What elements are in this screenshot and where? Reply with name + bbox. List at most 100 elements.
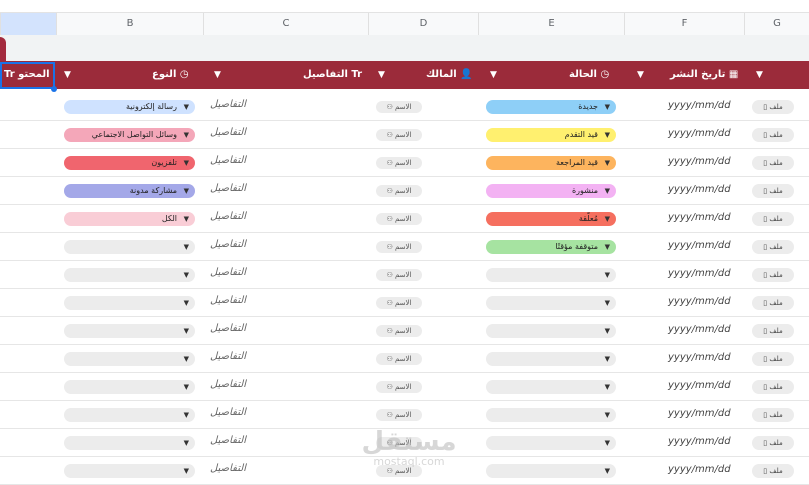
- type-dropdown[interactable]: ▼: [64, 352, 195, 366]
- column-header-e[interactable]: E: [478, 13, 624, 35]
- status-dropdown[interactable]: ▼ مُعلّقة: [486, 212, 616, 226]
- date-cell[interactable]: yyyy/mm/dd: [668, 380, 731, 391]
- details-cell[interactable]: التفاصيل: [210, 239, 246, 250]
- header-type[interactable]: النوع ◷: [152, 61, 189, 89]
- details-cell[interactable]: التفاصيل: [210, 407, 246, 418]
- date-cell[interactable]: yyyy/mm/dd: [668, 128, 731, 139]
- chevron-down-icon[interactable]: ▼: [637, 61, 644, 89]
- column-header-c[interactable]: C: [203, 13, 368, 35]
- details-cell[interactable]: التفاصيل: [210, 183, 246, 194]
- status-dropdown[interactable]: ▼: [486, 464, 616, 478]
- details-cell[interactable]: التفاصيل: [210, 155, 246, 166]
- file-chip[interactable]: ملف ▯: [752, 240, 794, 254]
- owner-chip[interactable]: الاسم ⚇: [376, 409, 422, 421]
- date-cell[interactable]: yyyy/mm/dd: [668, 436, 731, 447]
- file-chip[interactable]: ملف ▯: [752, 324, 794, 338]
- date-cell[interactable]: yyyy/mm/dd: [668, 352, 731, 363]
- file-chip[interactable]: ملف ▯: [752, 268, 794, 282]
- details-cell[interactable]: التفاصيل: [210, 99, 246, 110]
- type-dropdown[interactable]: ▼: [64, 436, 195, 450]
- details-cell[interactable]: التفاصيل: [210, 351, 246, 362]
- owner-chip[interactable]: الاسم ⚇: [376, 185, 422, 197]
- date-cell[interactable]: yyyy/mm/dd: [668, 156, 731, 167]
- type-dropdown[interactable]: ▼ وسائل التواصل الاجتماعي: [64, 128, 195, 142]
- date-cell[interactable]: yyyy/mm/dd: [668, 100, 731, 111]
- file-chip[interactable]: ملف ▯: [752, 380, 794, 394]
- status-dropdown[interactable]: ▼ جديدة: [486, 100, 616, 114]
- chevron-down-icon[interactable]: ▼: [214, 61, 221, 89]
- date-cell[interactable]: yyyy/mm/dd: [668, 296, 731, 307]
- date-cell[interactable]: yyyy/mm/dd: [668, 408, 731, 419]
- header-owner[interactable]: المالك 👤: [426, 61, 473, 89]
- details-cell[interactable]: التفاصيل: [210, 379, 246, 390]
- owner-chip[interactable]: الاسم ⚇: [376, 297, 422, 309]
- chevron-down-icon[interactable]: ▼: [378, 61, 385, 89]
- owner-chip[interactable]: الاسم ⚇: [376, 353, 422, 365]
- type-dropdown[interactable]: ▼: [64, 408, 195, 422]
- column-header-d[interactable]: D: [368, 13, 478, 35]
- details-cell[interactable]: التفاصيل: [210, 435, 246, 446]
- details-cell[interactable]: التفاصيل: [210, 295, 246, 306]
- column-header-b[interactable]: B: [56, 13, 203, 35]
- owner-chip[interactable]: الاسم ⚇: [376, 101, 422, 113]
- file-chip[interactable]: ملف ▯: [752, 296, 794, 310]
- type-dropdown[interactable]: ▼ مشاركة مدونة: [64, 184, 195, 198]
- status-dropdown[interactable]: ▼: [486, 296, 616, 310]
- chevron-down-icon[interactable]: ▼: [756, 61, 763, 89]
- file-chip[interactable]: ملف ▯: [752, 212, 794, 226]
- type-dropdown[interactable]: ▼: [64, 324, 195, 338]
- date-cell[interactable]: yyyy/mm/dd: [668, 324, 731, 335]
- file-chip[interactable]: ملف ▯: [752, 156, 794, 170]
- column-header-f[interactable]: F: [624, 13, 744, 35]
- header-status[interactable]: الحالة ◷: [569, 61, 609, 89]
- column-header-a[interactable]: [0, 13, 56, 35]
- owner-chip[interactable]: الاسم ⚇: [376, 325, 422, 337]
- date-cell[interactable]: yyyy/mm/dd: [668, 464, 731, 475]
- status-dropdown[interactable]: ▼: [486, 436, 616, 450]
- status-dropdown[interactable]: ▼: [486, 324, 616, 338]
- status-dropdown[interactable]: ▼: [486, 352, 616, 366]
- status-dropdown[interactable]: ▼ منشورة: [486, 184, 616, 198]
- owner-chip[interactable]: الاسم ⚇: [376, 241, 422, 253]
- type-dropdown[interactable]: ▼: [64, 268, 195, 282]
- type-dropdown[interactable]: ▼: [64, 380, 195, 394]
- column-header-g[interactable]: G: [744, 13, 809, 35]
- type-dropdown[interactable]: ▼ تلفزيون: [64, 156, 195, 170]
- details-cell[interactable]: التفاصيل: [210, 267, 246, 278]
- file-chip[interactable]: ملف ▯: [752, 100, 794, 114]
- date-cell[interactable]: yyyy/mm/dd: [668, 184, 731, 195]
- file-chip[interactable]: ملف ▯: [752, 128, 794, 142]
- file-chip[interactable]: ملف ▯: [752, 464, 794, 478]
- file-chip[interactable]: ملف ▯: [752, 408, 794, 422]
- status-dropdown[interactable]: ▼: [486, 408, 616, 422]
- chevron-down-icon[interactable]: ▼: [490, 61, 497, 89]
- date-cell[interactable]: yyyy/mm/dd: [668, 212, 731, 223]
- details-cell[interactable]: التفاصيل: [210, 211, 246, 222]
- selection-handle[interactable]: [51, 86, 57, 92]
- file-chip[interactable]: ملف ▯: [752, 436, 794, 450]
- details-cell[interactable]: التفاصيل: [210, 127, 246, 138]
- header-publish-date[interactable]: تاريخ النشر ▦: [670, 61, 738, 89]
- type-dropdown[interactable]: ▼ رسالة إلكترونية: [64, 100, 195, 114]
- status-dropdown[interactable]: ▼ قيد التقدم: [486, 128, 616, 142]
- status-dropdown[interactable]: ▼: [486, 380, 616, 394]
- type-dropdown[interactable]: ▼: [64, 464, 195, 478]
- owner-chip[interactable]: الاسم ⚇: [376, 213, 422, 225]
- type-dropdown[interactable]: ▼ الكل: [64, 212, 195, 226]
- owner-chip[interactable]: الاسم ⚇: [376, 129, 422, 141]
- date-cell[interactable]: yyyy/mm/dd: [668, 268, 731, 279]
- details-cell[interactable]: التفاصيل: [210, 323, 246, 334]
- owner-chip[interactable]: الاسم ⚇: [376, 381, 422, 393]
- owner-chip[interactable]: الاسم ⚇: [376, 269, 422, 281]
- status-dropdown[interactable]: ▼ متوقفة مؤقتًا: [486, 240, 616, 254]
- owner-chip[interactable]: الاسم ⚇: [376, 157, 422, 169]
- status-dropdown[interactable]: ▼ قيد المراجعة: [486, 156, 616, 170]
- type-dropdown[interactable]: ▼: [64, 296, 195, 310]
- file-chip[interactable]: ملف ▯: [752, 184, 794, 198]
- type-dropdown[interactable]: ▼: [64, 240, 195, 254]
- header-details[interactable]: التفاصيل Tr: [303, 61, 362, 89]
- file-chip[interactable]: ملف ▯: [752, 352, 794, 366]
- table-tab[interactable]: [0, 37, 6, 63]
- chevron-down-icon[interactable]: ▼: [64, 61, 71, 89]
- details-cell[interactable]: التفاصيل: [210, 463, 246, 474]
